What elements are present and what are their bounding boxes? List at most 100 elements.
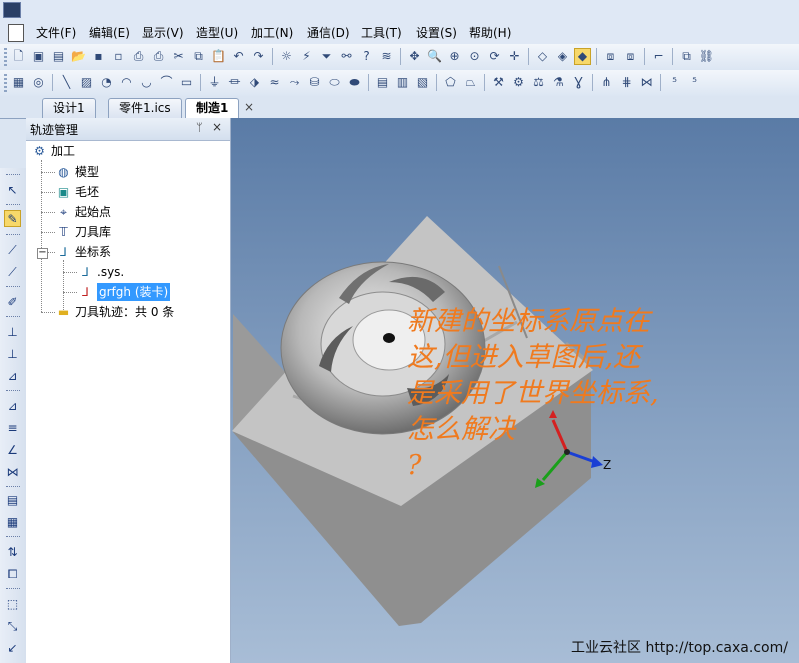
hole-icon[interactable]: ⏚ — [206, 74, 223, 91]
path-link-icon[interactable]: ⋈ — [638, 74, 655, 91]
document-icon[interactable] — [8, 24, 24, 42]
contour-icon[interactable]: ◔ — [98, 74, 115, 91]
light-icon[interactable]: ☼ — [278, 48, 295, 65]
close-panel-icon[interactable]: × — [212, 120, 222, 134]
trim-icon[interactable]: ⊿ — [4, 368, 21, 385]
filter-icon[interactable]: ⏷ — [318, 48, 335, 65]
table-icon[interactable]: ▦ — [4, 514, 21, 531]
line-tool-icon[interactable]: ⟋ — [4, 242, 21, 259]
menu-help[interactable]: 帮助(H) — [469, 24, 511, 42]
engrave-icon[interactable]: ▭ — [178, 74, 195, 91]
dimension-icon[interactable]: ⊿ — [4, 398, 21, 415]
layer-icon[interactable]: ≋ — [378, 48, 395, 65]
tree-item-coord-user[interactable]: ⅃ grfgh (装卡) — [78, 283, 171, 301]
app-icon[interactable] — [3, 2, 21, 18]
tool-setup-icon[interactable]: ⚒ — [490, 74, 507, 91]
tool-icon[interactable]: Ɣ — [570, 74, 587, 91]
sketch-pen-icon[interactable]: ✎ — [4, 210, 21, 227]
finish-icon[interactable]: ◡ — [138, 74, 155, 91]
stack-icon[interactable]: ⛁ — [306, 74, 323, 91]
tab-design1[interactable]: 设计1 — [42, 98, 96, 118]
plane-cut-icon[interactable]: ⬗ — [246, 74, 263, 91]
gcode-icon[interactable]: ▤ — [374, 74, 391, 91]
stretch-icon[interactable]: ⤡ — [4, 618, 21, 635]
pin-icon[interactable]: ᛘ — [196, 121, 203, 134]
copy-icon[interactable]: ⧉ — [190, 48, 207, 65]
more-icon[interactable]: ⁵ — [686, 74, 703, 91]
line-cut-icon[interactable]: ╲ — [58, 74, 75, 91]
toolbar-grip[interactable] — [4, 74, 7, 92]
smart-snap-icon[interactable]: ⚡ — [298, 48, 315, 65]
tree-item-stock[interactable]: ▣ 毛坯 — [56, 183, 99, 201]
feature-tree-icon[interactable]: ⚯ — [338, 48, 355, 65]
copy-window-icon[interactable]: ⧉ — [678, 48, 695, 65]
window-tile-icon[interactable]: ⧈ — [622, 48, 639, 65]
rough-machining-icon[interactable]: ▦ — [10, 74, 27, 91]
print-icon[interactable]: ⎙ — [130, 48, 147, 65]
undo-icon[interactable]: ↶ — [230, 48, 247, 65]
curve-tool-icon[interactable]: ⟋ — [4, 264, 21, 281]
shaded-icon[interactable]: ◆ — [574, 48, 591, 65]
new-file-icon[interactable]: 🗋 — [10, 48, 27, 65]
offset-icon[interactable]: ⊥ — [4, 324, 21, 341]
menu-modeling[interactable]: 造型(U) — [196, 24, 238, 42]
new-document-icon[interactable]: ▤ — [50, 48, 67, 65]
sheet-icon[interactable]: ▧ — [414, 74, 431, 91]
menu-tools[interactable]: 工具(T) — [361, 24, 402, 42]
print-preview-icon[interactable]: ⎙ — [150, 48, 167, 65]
tree-item-tool-library[interactable]: 𝕋 刀具库 — [56, 223, 111, 241]
wave-cut-icon[interactable]: ≈ — [266, 74, 283, 91]
frame-icon[interactable]: ⧠ — [4, 566, 21, 583]
zoom-window-icon[interactable]: ⊙ — [466, 48, 483, 65]
close-tab-icon[interactable]: × — [244, 100, 254, 114]
tab-manufacture1[interactable]: 制造1 — [185, 98, 240, 119]
tree-item-toolpath[interactable]: ▬ 刀具轨迹：共 0 条 — [56, 303, 174, 321]
mirror-icon[interactable]: ⋈ — [4, 464, 21, 481]
verify-icon[interactable]: ⚖ — [530, 74, 547, 91]
coord-system-expander[interactable]: − — [37, 248, 48, 259]
menu-communication[interactable]: 通信(D) — [307, 24, 350, 42]
new-part-icon[interactable]: ▣ — [30, 48, 47, 65]
pocket-icon[interactable]: ⬬ — [346, 74, 363, 91]
save-icon[interactable]: ▪ — [90, 48, 107, 65]
menu-view[interactable]: 显示(V) — [142, 24, 184, 42]
tab-part1[interactable]: 零件1.ics — [108, 98, 182, 118]
tree-item-model[interactable]: ◍ 模型 — [56, 163, 99, 181]
path-check-icon[interactable]: ⋔ — [598, 74, 615, 91]
post-icon[interactable]: ⚗ — [550, 74, 567, 91]
pan-view-icon[interactable]: ✥ — [406, 48, 423, 65]
point-icon[interactable]: ⁵ — [666, 74, 683, 91]
tree-root-machining[interactable]: ⚙ 加工 — [32, 142, 75, 160]
simulate-icon[interactable]: ⚙ — [510, 74, 527, 91]
tree-item-coord-sys[interactable]: ⅃ .sys. — [78, 263, 124, 281]
paste-icon[interactable]: 📋 — [210, 48, 227, 65]
angle-icon[interactable]: ∠ — [4, 442, 21, 459]
path-dir-icon[interactable]: ⋕ — [618, 74, 635, 91]
menu-settings[interactable]: 设置(S) — [416, 24, 457, 42]
link-icon[interactable]: ⛓ — [698, 48, 715, 65]
menu-file[interactable]: 文件(F) — [36, 24, 76, 42]
menu-machining[interactable]: 加工(N) — [251, 24, 293, 42]
toolbar-grip[interactable] — [4, 48, 7, 66]
box-select-icon[interactable]: ⬚ — [4, 596, 21, 613]
parallel-icon[interactable]: ≡ — [4, 420, 21, 437]
curve-cut-icon[interactable]: ⤳ — [286, 74, 303, 91]
move-icon[interactable]: ✛ — [506, 48, 523, 65]
tree-item-coord-system[interactable]: ⅃ 坐标系 — [56, 243, 111, 261]
rotate-icon[interactable]: ⟳ — [486, 48, 503, 65]
report-icon[interactable]: ▥ — [394, 74, 411, 91]
window-icon[interactable]: ⧈ — [602, 48, 619, 65]
parallel-cut-icon[interactable]: ▨ — [78, 74, 95, 91]
help-query-icon[interactable]: ? — [358, 48, 375, 65]
trim-path-icon[interactable]: ⏢ — [462, 74, 479, 91]
edit-path-icon[interactable]: ⬠ — [442, 74, 459, 91]
vertical-measure-icon[interactable]: ⇅ — [4, 544, 21, 561]
list-icon[interactable]: ▤ — [4, 492, 21, 509]
zoom-icon[interactable]: 🔍 — [426, 48, 443, 65]
layer-cut-icon[interactable]: ⬭ — [326, 74, 343, 91]
zoom-in-icon[interactable]: ⊕ — [446, 48, 463, 65]
menu-edit[interactable]: 编辑(E) — [89, 24, 130, 42]
select-arrow-icon[interactable]: ↖ — [4, 182, 21, 199]
extend-icon[interactable]: ⊥ — [4, 346, 21, 363]
hidden-line-icon[interactable]: ◈ — [554, 48, 571, 65]
